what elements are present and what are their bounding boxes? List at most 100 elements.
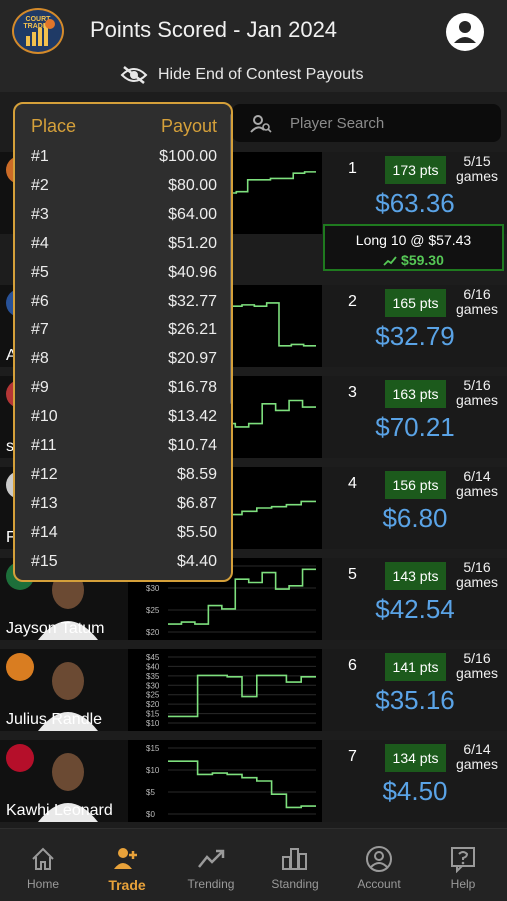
nav-help[interactable]: Help xyxy=(421,829,505,901)
player-rank: 1 xyxy=(348,160,357,177)
help-icon xyxy=(451,847,475,873)
payout-row: #13 $6.87 xyxy=(15,495,231,524)
nav-standing[interactable]: Standing xyxy=(253,829,337,901)
player-search-field[interactable]: Player Search xyxy=(232,104,501,142)
player-card[interactable]: Julius Randle xyxy=(0,649,128,731)
payout-place: #14 xyxy=(31,523,58,541)
nav-label: Trending xyxy=(187,877,235,891)
points-badge: 165 pts xyxy=(385,289,446,317)
court-trader-logo[interactable]: COURT TRADER xyxy=(12,8,64,54)
points-badge: 143 pts xyxy=(385,562,446,590)
long-order-card[interactable]: Long 10 @ $57.43 $59.30 xyxy=(323,224,504,271)
nav-account[interactable]: Account xyxy=(337,829,421,901)
player-rank: 2 xyxy=(348,293,357,310)
player-price[interactable]: $32.79 xyxy=(330,321,500,352)
nav-home[interactable]: Home xyxy=(1,829,85,901)
profile-icon[interactable] xyxy=(446,13,484,51)
chart-y-tick: $15 xyxy=(146,710,160,719)
chart-y-tick: $25 xyxy=(146,691,160,700)
payout-header-place: Place xyxy=(31,116,77,136)
payout-row: #10 $13.42 xyxy=(15,408,231,437)
search-placeholder: Player Search xyxy=(290,115,385,132)
hide-payouts-label: Hide End of Contest Payouts xyxy=(158,66,364,83)
payout-row: #1 $100.00 xyxy=(15,148,231,177)
chart-y-tick: $20 xyxy=(146,700,160,709)
chart-y-tick: $0 xyxy=(146,810,155,818)
chart-y-tick: $5 xyxy=(146,788,155,797)
payout-amount: $13.42 xyxy=(168,408,217,426)
payout-row: #8 $20.97 xyxy=(15,350,231,379)
payout-place: #9 xyxy=(31,379,49,397)
games-label: games xyxy=(455,301,499,317)
page-title: Points Scored - Jan 2024 xyxy=(90,17,338,42)
payout-place: #11 xyxy=(31,437,57,454)
payout-amount: $6.87 xyxy=(176,494,217,512)
chart-y-tick: $25 xyxy=(146,606,160,615)
nav-label: Standing xyxy=(271,877,319,891)
player-price[interactable]: $35.16 xyxy=(330,685,500,716)
player-price[interactable]: $70.21 xyxy=(330,412,500,443)
payout-row: #15 $4.40 xyxy=(15,553,231,580)
payout-row: #9 $16.78 xyxy=(15,379,231,408)
payout-amount: $32.77 xyxy=(168,292,217,310)
bottom-nav: Home Trade Trending Standing Account Help xyxy=(0,828,507,901)
payout-place: #12 xyxy=(31,465,58,483)
player-rank: 5 xyxy=(348,566,357,583)
long-order-current: $59.30 xyxy=(401,252,444,268)
standing-icon xyxy=(282,848,307,870)
hide-payouts-toggle[interactable]: Hide End of Contest Payouts xyxy=(120,62,363,88)
games-count: 5/16 xyxy=(463,650,491,666)
payout-amount: $20.97 xyxy=(168,350,217,368)
player-rank: 4 xyxy=(348,475,357,492)
payout-popup: Place Payout #1 $100.00 #2 $80.00 #3 $64.00 #4… xyxy=(13,102,233,582)
games-played: 6/14 games xyxy=(450,742,504,772)
player-price[interactable]: $63.36 xyxy=(330,188,500,219)
games-label: games xyxy=(455,168,499,184)
chart-y-tick: $45 xyxy=(146,653,160,662)
payout-amount: $16.78 xyxy=(168,379,217,397)
payout-place: #8 xyxy=(31,350,49,368)
logo-chart-icon xyxy=(26,19,55,46)
player-card[interactable]: Kawhi Leonard xyxy=(0,740,128,822)
games-count: 6/14 xyxy=(463,741,491,757)
payout-place: #4 xyxy=(31,234,49,252)
trending-icon xyxy=(198,849,225,868)
app-header: COURT TRADER Points Scored - Jan 2024 Hi… xyxy=(0,0,507,92)
payout-place: #5 xyxy=(31,263,49,281)
player-row[interactable]: Kawhi Leonard 7 134 pts 6/14 games $4.50… xyxy=(0,740,507,822)
long-order-text: Long 10 @ $57.43 xyxy=(355,232,472,248)
chart-y-tick: $10 xyxy=(146,719,160,727)
games-count: 6/14 xyxy=(463,468,491,484)
user-search-icon xyxy=(250,115,272,133)
payout-amount: $26.21 xyxy=(168,321,217,339)
player-head xyxy=(52,662,84,700)
chart-y-tick: $40 xyxy=(146,662,160,671)
player-rank: 7 xyxy=(348,748,357,765)
payout-row: #3 $64.00 xyxy=(15,206,231,235)
games-label: games xyxy=(455,574,499,590)
nav-trade[interactable]: Trade xyxy=(85,829,169,901)
nav-trending[interactable]: Trending xyxy=(169,829,253,901)
points-badge: 134 pts xyxy=(385,744,446,772)
games-played: 6/14 games xyxy=(450,469,504,499)
price-history-chart: $15 $10 $5 $0 xyxy=(146,744,316,818)
games-label: games xyxy=(455,665,499,681)
player-name: Julius Randle xyxy=(6,711,103,728)
games-count: 5/16 xyxy=(463,377,491,393)
payout-amount: $5.50 xyxy=(176,523,217,541)
games-label: games xyxy=(455,483,499,499)
player-row[interactable]: Julius Randle 6 141 pts 5/16 games $35.1… xyxy=(0,649,507,731)
player-price[interactable]: $42.54 xyxy=(330,594,500,625)
player-name: Jayson Tatum xyxy=(6,620,105,637)
player-price[interactable]: $6.80 xyxy=(330,503,500,534)
games-label: games xyxy=(455,756,499,772)
payout-row: #6 $32.77 xyxy=(15,293,231,322)
payout-place: #6 xyxy=(31,292,49,310)
payout-amount: $80.00 xyxy=(168,176,217,194)
team-logo-icon xyxy=(6,744,34,772)
games-played: 5/16 games xyxy=(450,560,504,590)
payout-row: #7 $26.21 xyxy=(15,321,231,350)
payout-row: #11 $10.74 xyxy=(15,437,231,466)
payout-amount: $100.00 xyxy=(159,148,217,165)
player-price[interactable]: $4.50 xyxy=(330,776,500,807)
